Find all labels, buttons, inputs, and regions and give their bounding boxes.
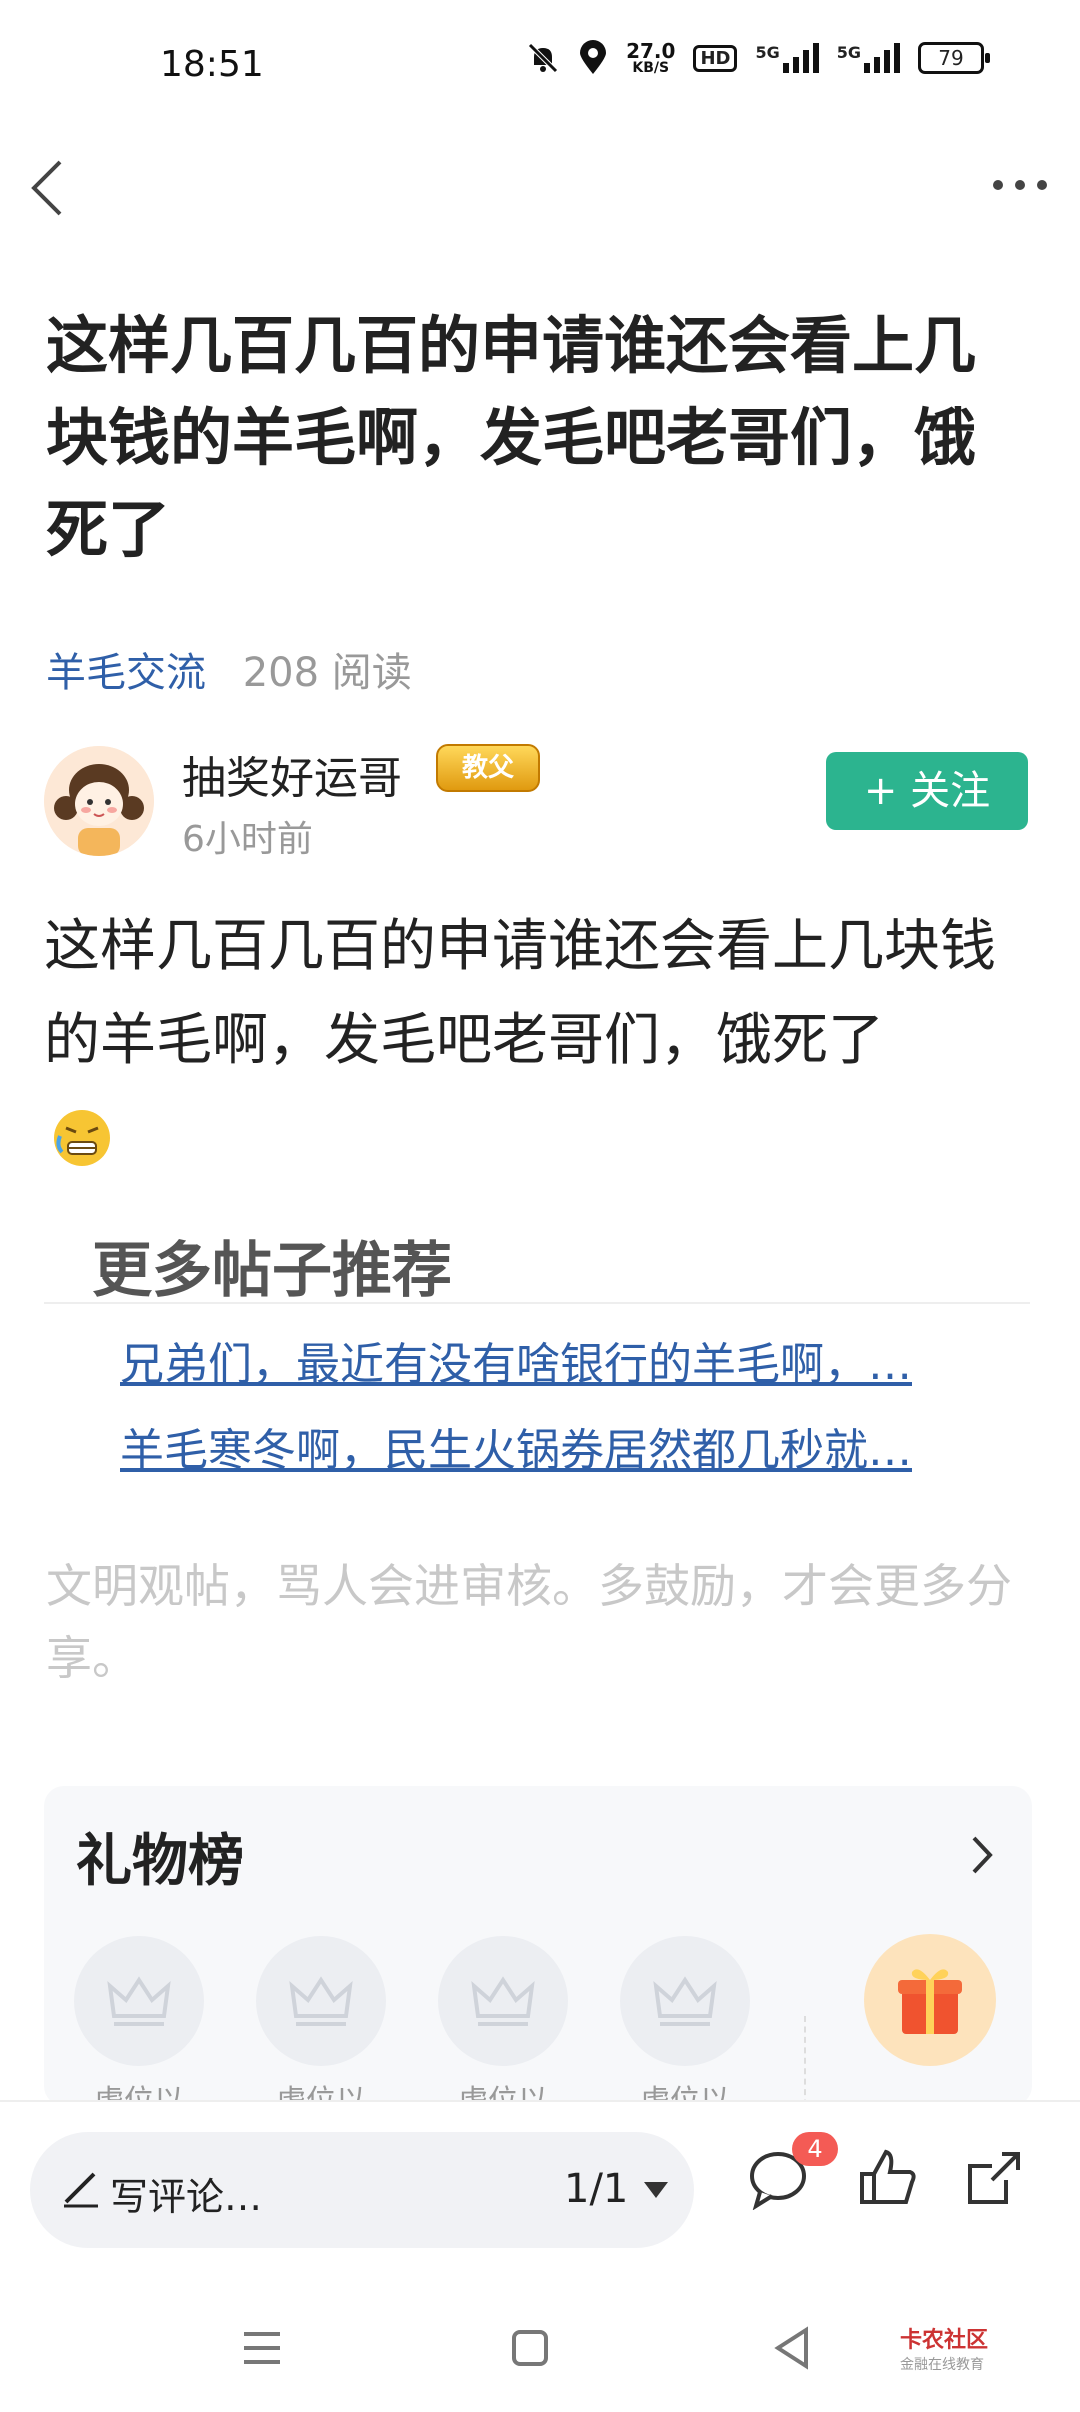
pencil-icon <box>64 2172 98 2208</box>
comment-count-badge: 4 <box>792 2132 838 2166</box>
recommend-link[interactable]: 羊毛寒冬啊，民生火锅券居然都几秒就… <box>120 1414 980 1478</box>
gift-slot[interactable] <box>74 1936 204 2066</box>
gift-slot[interactable] <box>256 1936 386 2066</box>
recommend-link[interactable]: 兄弟们，最近有没有啥银行的羊毛啊，… <box>120 1328 980 1392</box>
status-icons: 27.0 KB/S HD 5G 5G 79 <box>526 40 990 76</box>
comment-placeholder: 写评论… <box>110 2175 263 2219</box>
page-indicator[interactable]: 1/1 <box>564 2166 628 2212</box>
watermark: 卡农社区 金融在线教育 <box>900 2322 988 2374</box>
read-count: 208 阅读 <box>242 650 412 696</box>
grimacing-face-icon <box>54 1110 110 1166</box>
post-time: 6小时前 <box>182 819 313 860</box>
recommend-title: 更多帖子推荐 <box>92 1236 452 1306</box>
divider <box>804 2016 808 2106</box>
location-icon <box>580 40 607 74</box>
back-arrow-icon[interactable] <box>28 158 68 218</box>
network-type-label: 5G <box>836 43 861 62</box>
chevron-right-icon[interactable] <box>962 1830 1002 1880</box>
watermark-sub: 金融在线教育 <box>900 2357 984 2373</box>
mute-bell-icon <box>528 43 558 73</box>
follow-button[interactable]: + 关注 <box>826 752 1028 830</box>
gift-board-title: 礼物榜 <box>76 1829 244 1894</box>
gift-box-icon <box>898 1969 962 2034</box>
divider <box>44 1302 1030 1304</box>
crown-icon <box>289 1976 353 2026</box>
comment-input[interactable]: 写评论… 1/1 <box>30 2132 694 2248</box>
network-type-label: 5G <box>755 43 780 62</box>
crown-icon <box>107 1976 171 2026</box>
gift-board: 礼物榜 虚位以 虚位以 虚位以 虚位以 <box>44 1786 1032 2106</box>
system-nav-bar: 卡农社区 金融在线教育 <box>0 2280 1080 2412</box>
post-meta: 羊毛交流 208 阅读 <box>46 640 412 698</box>
author-title-badge: 教父 <box>436 744 540 792</box>
community-notice: 文明观帖，骂人会进审核。多鼓励，才会更多分享。 <box>46 1559 1012 1685</box>
share-icon[interactable] <box>962 2146 1026 2210</box>
net-speed-unit: KB/S <box>632 60 670 76</box>
avatar[interactable] <box>44 746 154 856</box>
hd-indicator: HD <box>693 44 738 72</box>
post-body: 这样几百几百的申请谁还会看上几块钱的羊毛啊，发毛吧老哥们，饿死了 <box>44 914 996 1073</box>
bottom-action-bar: 写评论… 1/1 4 <box>0 2100 1080 2282</box>
signal-1: 5G <box>755 43 819 73</box>
net-speed-value: 27.0 <box>626 39 676 63</box>
watermark-name: 卡农社区 <box>900 2328 989 2353</box>
caret-down-icon[interactable] <box>642 2180 670 2200</box>
post-title: 这样几百几百的申请谁还会看上几块钱的羊毛啊，发毛吧老哥们，饿死了 <box>46 309 977 566</box>
home-square-icon[interactable] <box>502 2320 558 2376</box>
crown-icon <box>471 1976 535 2026</box>
gift-slot[interactable] <box>620 1936 750 2066</box>
avatar-cartoon-girl-icon <box>44 746 154 856</box>
category-link[interactable]: 羊毛交流 <box>46 650 206 696</box>
signal-2: 5G <box>837 43 900 73</box>
send-gift-button[interactable] <box>864 1934 996 2066</box>
more-dots-icon[interactable] <box>990 170 1050 200</box>
signal-bars-icon <box>864 43 900 73</box>
back-triangle-icon[interactable] <box>766 2320 822 2376</box>
crown-icon <box>653 1976 717 2026</box>
battery-indicator: 79 <box>918 42 990 74</box>
signal-bars-icon <box>782 43 819 73</box>
status-time: 18:51 <box>160 44 264 85</box>
gift-slot[interactable] <box>438 1936 568 2066</box>
net-speed: 27.0 KB/S <box>626 41 675 75</box>
menu-icon[interactable] <box>234 2320 290 2376</box>
thumbs-up-icon[interactable] <box>856 2146 920 2210</box>
author-name[interactable]: 抽奖好运哥 <box>182 742 402 806</box>
